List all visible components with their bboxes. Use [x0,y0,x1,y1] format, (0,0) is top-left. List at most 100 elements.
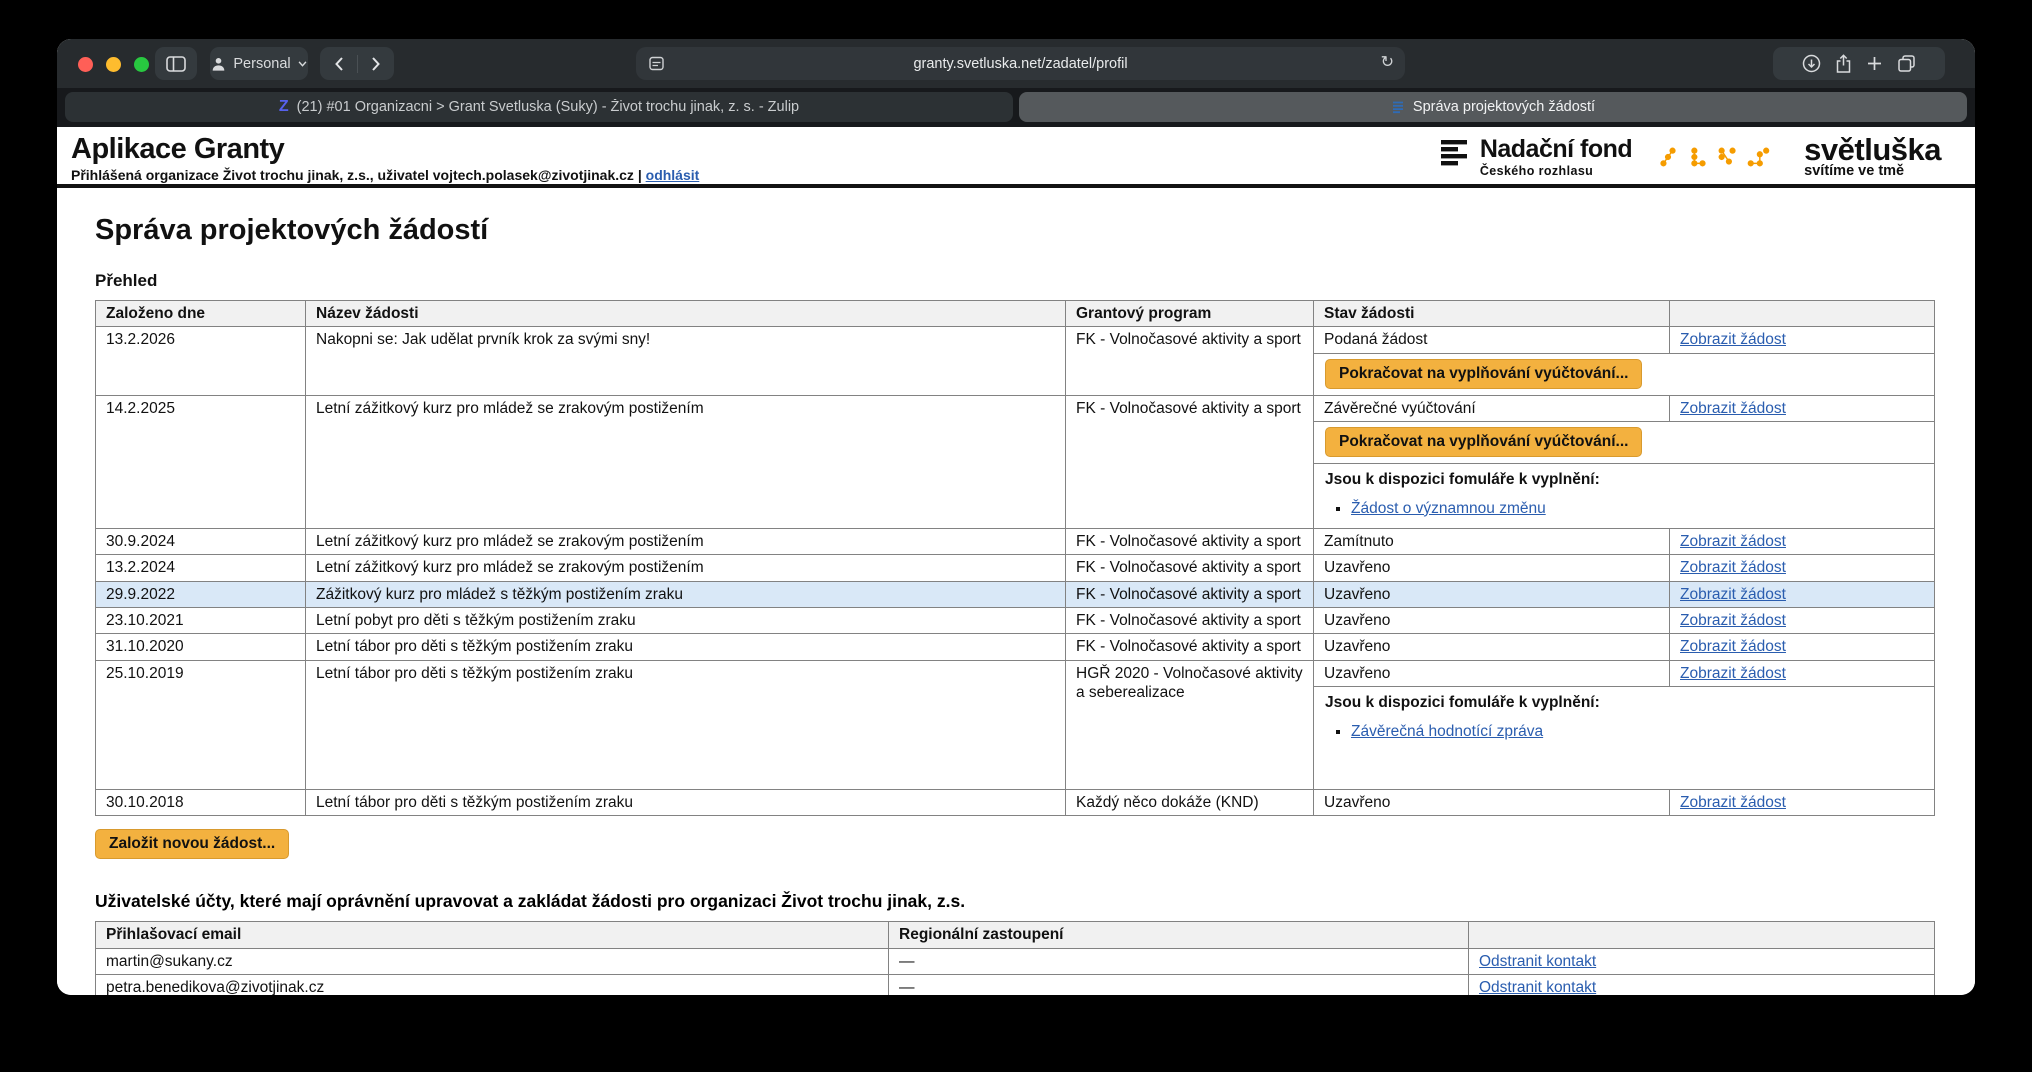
application-program: FK - Volnočasové aktivity a sport [1066,528,1314,554]
chevron-right-icon [371,56,381,72]
minimize-window-button[interactable] [106,57,121,72]
share-icon [1835,54,1852,74]
zulip-favicon: Z [279,99,289,115]
profile-label: Personal [233,56,290,72]
application-status: Uzavřeno [1314,789,1670,815]
view-application-link[interactable]: Zobrazit žádost [1680,400,1786,417]
remove-contact-link[interactable]: Odstranit kontakt [1479,979,1596,995]
applications-table-body: 13.2.2026Nakopni se: Jak udělat prvník k… [96,327,1935,816]
ceskeho-rozhlasu-text: Českého rozhlasu [1480,164,1632,178]
application-row: 23.10.2021Letní pobyt pro děti s těžkým … [96,608,1935,634]
application-program: FK - Volnočasové aktivity a sport [1066,395,1314,528]
application-name: Letní zážitkový kurz pro mládež se zrako… [306,395,1066,528]
applications-table: Založeno dne Název žádosti Grantový prog… [95,300,1935,816]
download-icon [1802,54,1821,73]
form-link[interactable]: Závěrečná hodnotící zpráva [1351,723,1543,740]
application-name: Letní zážitkový kurz pro mládež se zrako… [306,528,1066,554]
form-link[interactable]: Žádost o významnou změnu [1351,500,1546,517]
view-application-link[interactable]: Zobrazit žádost [1680,794,1786,811]
user-actions: Odstranit kontakt [1469,975,1935,996]
view-application-link[interactable]: Zobrazit žádost [1680,533,1786,550]
profile-menu-button[interactable]: Personal [210,47,308,80]
remove-contact-link[interactable]: Odstranit kontakt [1479,953,1596,970]
application-date: 31.10.2020 [96,634,306,660]
nadacni-fond-text: Nadační fond [1480,137,1632,162]
user-region: — [889,975,1469,996]
application-row: 14.2.2025Letní zážitkový kurz pro mládež… [96,395,1935,421]
application-program: FK - Volnočasové aktivity a sport [1066,634,1314,660]
view-application-link[interactable]: Zobrazit žádost [1680,559,1786,576]
overview-heading: Přehled [95,271,1934,291]
application-row: 13.2.2024Letní zážitkový kurz pro mládež… [96,555,1935,581]
svetluska-logo: světluška svítíme ve tmě [1804,136,1941,180]
tab-overview-button[interactable] [1897,54,1916,73]
forms-list: Žádost o významnou změnu [1335,499,1923,518]
application-actions: Zobrazit žádost [1670,634,1935,660]
users-table-body: martin@sukany.cz—Odstranit kontaktpetra.… [96,948,1935,995]
app-header: Aplikace Granty Přihlášená organizace Ži… [57,127,1975,188]
svetluska-braille-logo [1658,136,1778,178]
continue-settlement-button[interactable]: Pokračovat na vyplňování vyúčtování... [1325,427,1642,457]
application-row: 30.10.2018Letní tábor pro děti s těžkým … [96,789,1935,815]
forward-button[interactable] [358,47,394,80]
application-program: FK - Volnočasové aktivity a sport [1066,555,1314,581]
application-status: Uzavřeno [1314,660,1670,686]
application-name: Nakopni se: Jak udělat prvník krok za sv… [306,327,1066,395]
forms-cell: Jsou k dispozici fomuláře k vyplnění: Záv… [1314,687,1935,790]
continue-settlement-button[interactable]: Pokračovat na vyplňování vyúčtování... [1325,359,1642,389]
view-application-link[interactable]: Zobrazit žádost [1680,331,1786,348]
application-actions: Zobrazit žádost [1670,528,1935,554]
application-actions: Zobrazit žádost [1670,395,1935,421]
plus-icon [1866,55,1883,72]
application-program: FK - Volnočasové aktivity a sport [1066,581,1314,607]
page-settings-icon[interactable] [648,55,665,77]
view-application-link[interactable]: Zobrazit žádost [1680,665,1786,682]
user-email: martin@sukany.cz [96,948,889,974]
application-date: 13.2.2026 [96,327,306,395]
new-tab-button[interactable] [1866,55,1883,72]
browser-toolbar: Personal [57,39,1975,88]
sidebar-toggle-button[interactable] [155,47,197,80]
logout-link[interactable]: odhlásit [646,167,700,183]
application-status: Zamítnuto [1314,528,1670,554]
reload-icon[interactable]: ↻ [1381,52,1394,71]
col-header-status: Stav žádosti [1314,301,1670,327]
applications-table-header: Založeno dne Název žádosti Grantový prog… [96,301,1935,327]
application-name: Zážitkový kurz pro mládež s těžkým posti… [306,581,1066,607]
col-header-name: Název žádosti [306,301,1066,327]
application-date: 13.2.2024 [96,555,306,581]
chevron-left-icon [334,56,344,72]
application-status: Uzavřeno [1314,634,1670,660]
downloads-button[interactable] [1802,54,1821,73]
browser-window: Personal [57,39,1975,995]
application-status: Uzavřeno [1314,581,1670,607]
partner-logos: Nadační fond Českého rozhlasu světluška … [1441,136,1947,180]
tab-zulip[interactable]: Z (21) #01 Organizacni > Grant Svetluska… [65,92,1013,122]
application-name: Letní pobyt pro děti s těžkým postižením… [306,608,1066,634]
share-button[interactable] [1835,54,1852,74]
forms-available-label: Jsou k dispozici fomuláře k vyplnění: [1325,693,1923,712]
url-text: granty.svetluska.net/zadatel/profil [636,56,1405,72]
view-application-link[interactable]: Zobrazit žádost [1680,612,1786,629]
application-date: 25.10.2019 [96,660,306,789]
nadacni-fond-logo: Nadační fond Českého rozhlasu [1441,137,1632,178]
application-actions: Zobrazit žádost [1670,660,1935,686]
view-application-link[interactable]: Zobrazit žádost [1680,638,1786,655]
application-status: Podaná žádost [1314,327,1670,353]
close-window-button[interactable] [78,57,93,72]
application-date: 14.2.2025 [96,395,306,528]
application-name: Letní tábor pro děti s těžkým postižením… [306,789,1066,815]
tab-granty-active[interactable]: Správa projektových žádostí [1019,92,1967,122]
zoom-window-button[interactable] [134,57,149,72]
application-actions: Zobrazit žádost [1670,789,1935,815]
col-header-email: Přihlašovací email [96,922,889,948]
application-program: HGŘ 2020 - Volnočasové aktivity a sebere… [1066,660,1314,789]
back-button[interactable] [321,47,357,80]
application-date: 29.9.2022 [96,581,306,607]
toolbar-actions [1773,47,1945,80]
new-application-button[interactable]: Založit novou žádost... [95,829,289,859]
application-program: FK - Volnočasové aktivity a sport [1066,608,1314,634]
application-actions: Zobrazit žádost [1670,581,1935,607]
view-application-link[interactable]: Zobrazit žádost [1680,586,1786,603]
address-bar[interactable]: granty.svetluska.net/zadatel/profil ↻ [636,47,1405,80]
